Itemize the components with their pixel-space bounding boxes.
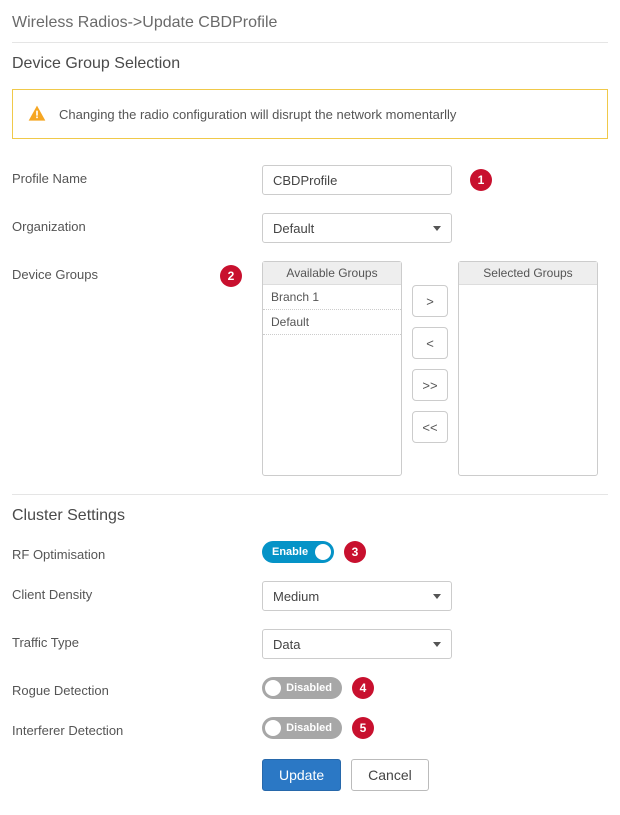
client-density-select[interactable]: Medium <box>262 581 452 611</box>
move-all-right-button[interactable]: >> <box>412 369 448 401</box>
organization-select[interactable]: Default <box>262 213 452 243</box>
divider <box>12 42 608 43</box>
cancel-button[interactable]: Cancel <box>351 759 429 791</box>
label-interferer-detection: Interferer Detection <box>12 717 262 738</box>
chevron-down-icon <box>433 642 441 647</box>
toggle-label: Disabled <box>286 682 332 694</box>
toggle-knob <box>265 720 281 736</box>
breadcrumb: Wireless Radios->Update CBDProfile <box>12 14 608 32</box>
list-item[interactable]: Branch 1 <box>263 285 401 310</box>
move-left-button[interactable]: < <box>412 327 448 359</box>
toggle-knob <box>265 680 281 696</box>
label-traffic-type: Traffic Type <box>12 629 262 650</box>
selected-groups-listbox[interactable]: Selected Groups <box>458 261 598 476</box>
list-item[interactable]: Default <box>263 310 401 335</box>
warning-banner: Changing the radio configuration will di… <box>12 89 608 139</box>
organization-value: Default <box>273 221 314 236</box>
client-density-value: Medium <box>273 589 319 604</box>
label-rf-optimisation: RF Optimisation <box>12 541 262 562</box>
interferer-detection-toggle[interactable]: Disabled <box>262 717 342 739</box>
callout-badge-4: 4 <box>352 677 374 699</box>
move-right-button[interactable]: > <box>412 285 448 317</box>
rogue-detection-toggle[interactable]: Disabled <box>262 677 342 699</box>
traffic-type-select[interactable]: Data <box>262 629 452 659</box>
label-organization: Organization <box>12 213 262 234</box>
chevron-down-icon <box>433 226 441 231</box>
traffic-type-value: Data <box>273 637 300 652</box>
warning-icon <box>27 104 47 124</box>
label-rogue-detection: Rogue Detection <box>12 677 262 698</box>
toggle-knob <box>315 544 331 560</box>
callout-badge-3: 3 <box>344 541 366 563</box>
label-client-density: Client Density <box>12 581 262 602</box>
divider <box>12 494 608 495</box>
toggle-label: Disabled <box>286 722 332 734</box>
warning-text: Changing the radio configuration will di… <box>59 107 456 122</box>
rf-optimisation-toggle[interactable]: Enable <box>262 541 334 563</box>
section-title-cluster: Cluster Settings <box>12 507 608 525</box>
selected-groups-header: Selected Groups <box>459 262 597 285</box>
section-title-device-group: Device Group Selection <box>12 55 608 73</box>
callout-badge-1: 1 <box>470 169 492 191</box>
label-profile-name: Profile Name <box>12 165 262 186</box>
move-all-left-button[interactable]: << <box>412 411 448 443</box>
update-button[interactable]: Update <box>262 759 341 791</box>
toggle-label: Enable <box>272 546 308 558</box>
callout-badge-5: 5 <box>352 717 374 739</box>
available-groups-header: Available Groups <box>263 262 401 285</box>
profile-name-input[interactable] <box>262 165 452 195</box>
chevron-down-icon <box>433 594 441 599</box>
callout-badge-2: 2 <box>220 265 242 287</box>
available-groups-listbox[interactable]: Available Groups Branch 1 Default <box>262 261 402 476</box>
label-device-groups: Device Groups 2 <box>12 261 262 282</box>
